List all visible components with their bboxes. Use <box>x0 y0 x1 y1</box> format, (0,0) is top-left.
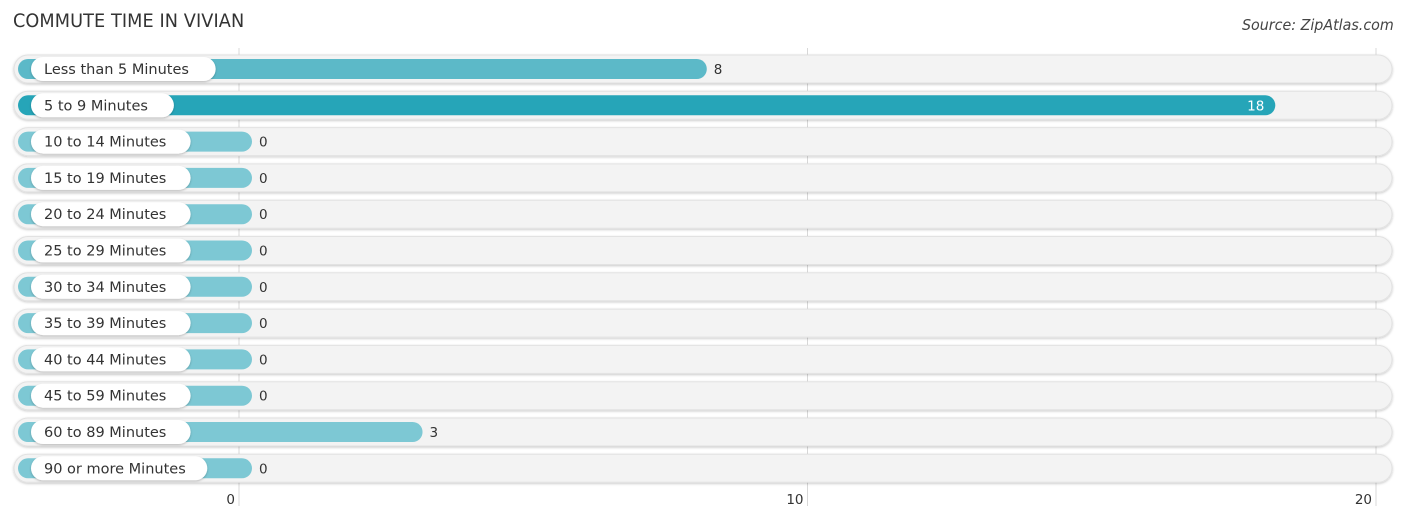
category-label: 15 to 19 Minutes <box>44 171 166 187</box>
bar-rows: Less than 5 Minutes 8 5 to 9 Minutes 18 10 t… <box>13 54 1393 483</box>
bar-row: 5 to 9 Minutes 18 <box>13 90 1393 120</box>
bar-row: 90 or more Minutes 0 <box>13 453 1393 483</box>
category-label: 20 to 24 Minutes <box>44 207 166 223</box>
category-label: Less than 5 Minutes <box>44 62 189 78</box>
data-label: 8 <box>714 62 723 78</box>
x-tick-label: 10 <box>786 492 803 508</box>
bar-row: 10 to 14 Minutes 0 <box>13 127 1393 157</box>
bar-row: 25 to 29 Minutes 0 <box>13 236 1393 265</box>
category-label: 45 to 59 Minutes <box>44 389 166 405</box>
data-label: 18 <box>1247 98 1264 114</box>
data-label: 0 <box>259 171 268 187</box>
bar-chart: Less than 5 Minutes 8 5 to 9 Minutes 18 10 t… <box>13 48 1393 508</box>
data-label: 3 <box>430 425 439 441</box>
data-label: 0 <box>259 461 268 477</box>
data-label: 0 <box>259 352 268 368</box>
data-label: 0 <box>259 389 268 405</box>
x-tick-label: 20 <box>1355 492 1372 508</box>
category-label: 60 to 89 Minutes <box>44 425 166 441</box>
category-label: 90 or more Minutes <box>44 461 186 477</box>
data-label: 0 <box>259 244 268 260</box>
bar-row: 40 to 44 Minutes 0 <box>13 344 1393 374</box>
bar <box>18 95 1276 116</box>
bar-row: 30 to 34 Minutes 0 <box>13 272 1393 302</box>
data-label: 0 <box>259 207 268 223</box>
bar-row: 35 to 39 Minutes 0 <box>13 308 1393 338</box>
data-label: 0 <box>259 280 268 296</box>
x-tick-label: 0 <box>226 492 235 508</box>
category-label: 40 to 44 Minutes <box>44 352 166 368</box>
bar-row: 15 to 19 Minutes 0 <box>13 163 1393 193</box>
bar-row: 60 to 89 Minutes 3 <box>13 417 1393 447</box>
category-label: 5 to 9 Minutes <box>44 98 148 114</box>
bar-row: Less than 5 Minutes 8 <box>13 54 1393 84</box>
category-label: 25 to 29 Minutes <box>44 244 166 260</box>
bar-row: 45 to 59 Minutes 0 <box>13 381 1393 411</box>
bar-row: 20 to 24 Minutes 0 <box>13 199 1393 229</box>
x-axis-ticks: 0 10 20 <box>226 492 1372 508</box>
category-label: 10 to 14 Minutes <box>44 135 166 151</box>
category-label: 35 to 39 Minutes <box>44 316 166 332</box>
data-label: 0 <box>259 135 268 151</box>
category-label: 30 to 34 Minutes <box>44 280 166 296</box>
data-label: 0 <box>259 316 268 332</box>
